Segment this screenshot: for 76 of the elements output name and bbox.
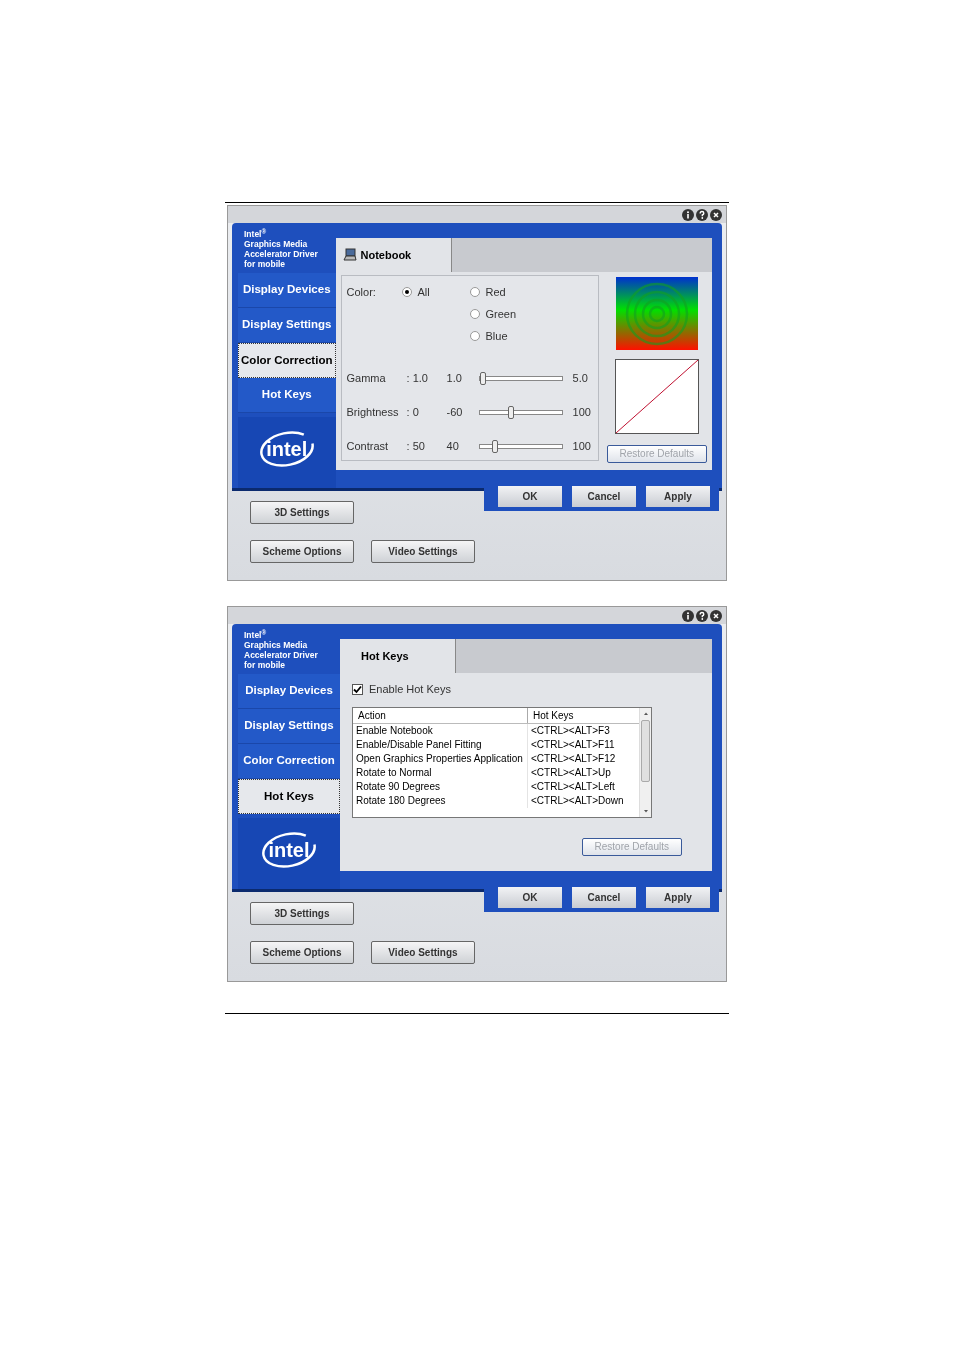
laptop-icon [342, 248, 357, 262]
tab-label: Hot Keys [361, 648, 409, 664]
table-cell-text: <CTRL><ALT>F12 [530, 751, 617, 766]
nav-item[interactable]: Display Settings [238, 308, 336, 343]
info-icon[interactable] [682, 609, 694, 622]
slider-min: -60 [446, 404, 464, 420]
table-cell: Open Graphics Properties Application [353, 751, 528, 766]
intel-logo: intel [261, 830, 317, 869]
column-header[interactable]: Action [353, 707, 528, 723]
nav-item[interactable]: Display Devices [238, 674, 340, 709]
slider-max: 100 [572, 404, 591, 420]
slider-value: : 1.0 [406, 370, 429, 386]
slider-min: 40 [446, 438, 460, 454]
radio-button[interactable] [469, 309, 480, 319]
table-cell-text: <CTRL><ALT>Left [530, 779, 616, 794]
radio-label: Green [485, 306, 517, 322]
help-icon[interactable] [696, 208, 708, 221]
table-cell: Rotate 180 Degrees [353, 793, 528, 808]
color-label: Color: [346, 285, 377, 300]
tab[interactable]: Hot Keys [340, 639, 456, 673]
radio-label: Blue [485, 328, 508, 344]
table-cell-text: <CTRL><ALT>Up [530, 765, 612, 780]
slider-name: Brightness [346, 404, 400, 420]
intel-logo: intel [258, 429, 315, 468]
settings-button[interactable]: 3D Settings [250, 501, 354, 524]
settings-button[interactable]: Scheme Options [250, 540, 354, 563]
nav-item[interactable]: Hot Keys [238, 378, 336, 413]
checkbox[interactable] [352, 683, 363, 695]
slider-thumb[interactable] [492, 439, 499, 453]
slider-thumb[interactable] [508, 405, 514, 419]
settings-button[interactable]: Video Settings [371, 540, 475, 563]
tab[interactable]: Notebook [335, 238, 452, 272]
settings-button[interactable]: Scheme Options [250, 941, 354, 964]
radio-button[interactable] [469, 287, 480, 297]
settings-button[interactable]: Video Settings [371, 941, 475, 964]
dialog-button[interactable]: Apply [646, 485, 710, 507]
dialog-button[interactable]: OK [498, 485, 562, 507]
radio-label: Red [485, 284, 506, 300]
settings-button[interactable]: 3D Settings [250, 902, 354, 925]
table-cell: Enable Notebook [353, 723, 528, 738]
slider-value: : 0 [406, 404, 420, 420]
slider-thumb[interactable] [479, 371, 486, 385]
help-icon[interactable] [696, 609, 708, 622]
dialog-button[interactable]: OK [498, 886, 562, 908]
nav-item[interactable]: Display Devices [238, 273, 336, 308]
scrollbar[interactable] [639, 707, 651, 817]
slider-value: : 50 [406, 438, 426, 454]
nav-item[interactable]: Color Correction [238, 343, 336, 378]
slider-min: 1.0 [446, 370, 463, 386]
nav-item[interactable]: Hot Keys [238, 779, 340, 814]
slider-max: 100 [572, 438, 591, 454]
checkbox-label: Enable Hot Keys [369, 682, 451, 697]
product-title: Intel$^{®}$ Graphics Media Accelerator Driver for mobile [243, 226, 319, 271]
tab-label: Notebook [360, 247, 412, 263]
slider-max: 5.0 [572, 370, 588, 386]
radio-label: All [417, 284, 430, 300]
dialog-button[interactable]: Cancel [572, 886, 636, 908]
dialog-button[interactable]: Apply [646, 886, 710, 908]
product-title: Intel$^{®}$ Graphics Media Accelerator Driver for mobile [243, 627, 319, 672]
table-cell: Rotate 90 Degrees [353, 779, 528, 794]
radio-button[interactable] [401, 287, 412, 297]
dialog-button[interactable]: Cancel [572, 485, 636, 507]
table-cell-text: <CTRL><ALT>F3 [530, 723, 611, 738]
table-cell-text: <CTRL><ALT>Down [530, 793, 625, 808]
slider-name: Contrast [346, 438, 390, 454]
column-header[interactable]: Hot Keys [528, 707, 639, 723]
close-icon[interactable] [710, 609, 722, 622]
table-cell-text: <CTRL><ALT>F11 [530, 737, 616, 752]
nav-item[interactable]: Display Settings [238, 709, 340, 744]
nav-item[interactable]: Color Correction [238, 744, 340, 779]
table-cell: Enable/Disable Panel Fitting [353, 737, 528, 752]
close-icon[interactable] [710, 208, 722, 221]
radio-button[interactable] [469, 331, 480, 341]
table-cell: Rotate to Normal [353, 765, 528, 780]
info-icon[interactable] [682, 208, 694, 221]
slider-name: Gamma [346, 370, 387, 386]
